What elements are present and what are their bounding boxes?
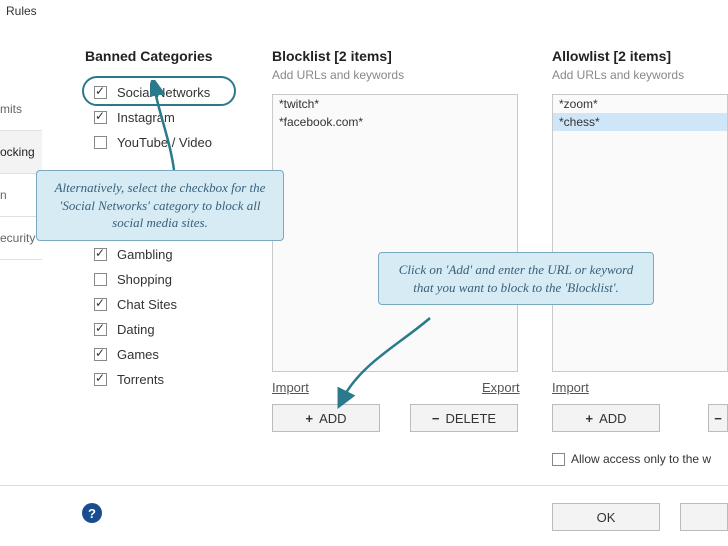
category-youtube[interactable]: YouTube / Video xyxy=(88,130,258,155)
category-shopping[interactable]: Shopping xyxy=(88,267,258,292)
category-label: Gambling xyxy=(117,247,173,262)
sidebar-item-label: n xyxy=(0,188,7,202)
plus-icon: + xyxy=(585,411,593,426)
checkbox-icon[interactable] xyxy=(94,111,107,124)
checkbox-icon[interactable] xyxy=(94,273,107,286)
button-label: ADD xyxy=(599,411,626,426)
list-item[interactable]: *facebook.com* xyxy=(273,113,517,131)
category-torrents[interactable]: Torrents xyxy=(88,367,258,392)
category-label: Torrents xyxy=(117,372,164,387)
checkbox-icon[interactable] xyxy=(94,86,107,99)
footer-separator xyxy=(0,485,728,486)
category-chatsites[interactable]: Chat Sites xyxy=(88,292,258,317)
sidebar-item-label: ocking xyxy=(0,145,35,159)
category-dating[interactable]: Dating xyxy=(88,317,258,342)
checkbox-icon[interactable] xyxy=(94,373,107,386)
blocklist-subheading: Add URLs and keywords xyxy=(272,68,404,82)
blocklist-delete-button[interactable]: − DELETE xyxy=(410,404,518,432)
help-icon[interactable]: ? xyxy=(82,503,102,523)
category-label: Dating xyxy=(117,322,155,337)
checkbox-icon[interactable] xyxy=(552,453,565,466)
sidebar-item-label: mits xyxy=(0,102,22,116)
category-instagram[interactable]: Instagram xyxy=(88,105,258,130)
allowlist-subheading: Add URLs and keywords xyxy=(552,68,684,82)
allowlist-heading: Allowlist [2 items] xyxy=(552,48,671,64)
category-label: YouTube / Video xyxy=(117,135,212,150)
allowlist-add-button[interactable]: + ADD xyxy=(552,404,660,432)
window-title: Rules xyxy=(6,4,37,18)
allow-only-label: Allow access only to the w xyxy=(571,452,711,466)
button-label: DELETE xyxy=(446,411,497,426)
category-gambling[interactable]: Gambling xyxy=(88,242,258,267)
checkbox-icon[interactable] xyxy=(94,248,107,261)
minus-icon: − xyxy=(714,411,722,426)
checkbox-icon[interactable] xyxy=(94,298,107,311)
button-label: ADD xyxy=(319,411,346,426)
category-label: Shopping xyxy=(117,272,172,287)
list-item[interactable]: *zoom* xyxy=(553,95,727,113)
list-item[interactable]: *chess* xyxy=(553,113,727,131)
list-item[interactable]: *twitch* xyxy=(273,95,517,113)
minus-icon: − xyxy=(432,411,440,426)
footer-cutoff-button[interactable] xyxy=(680,503,728,531)
callout-right: Click on 'Add' and enter the URL or keyw… xyxy=(378,252,654,305)
category-label: Instagram xyxy=(117,110,175,125)
allowlist-cutoff-button[interactable]: − xyxy=(708,404,728,432)
sidebar-item-label: ecurity xyxy=(0,231,35,245)
plus-icon: + xyxy=(305,411,313,426)
sidebar-item-blocking[interactable]: ocking xyxy=(0,131,42,174)
button-label: OK xyxy=(597,510,616,525)
category-social-networks[interactable]: Social Networks xyxy=(88,80,258,105)
blocklist-heading: Blocklist [2 items] xyxy=(272,48,392,64)
blocklist-box[interactable]: *twitch* *facebook.com* xyxy=(272,94,518,372)
allowlist-import-link[interactable]: Import xyxy=(552,380,589,395)
checkbox-icon[interactable] xyxy=(94,136,107,149)
sidebar-item-limits[interactable]: mits xyxy=(0,88,42,131)
category-label: Chat Sites xyxy=(117,297,177,312)
blocklist-import-link[interactable]: Import xyxy=(272,380,309,395)
category-label: Social Networks xyxy=(117,85,210,100)
checkbox-icon[interactable] xyxy=(94,348,107,361)
allowlist-box[interactable]: *zoom* *chess* xyxy=(552,94,728,372)
callout-left: Alternatively, select the checkbox for t… xyxy=(36,170,284,241)
category-games[interactable]: Games xyxy=(88,342,258,367)
blocklist-export-link[interactable]: Export xyxy=(482,380,520,395)
checkbox-icon[interactable] xyxy=(94,323,107,336)
allow-only-checkbox-row[interactable]: Allow access only to the w xyxy=(552,452,711,466)
banned-heading: Banned Categories xyxy=(85,48,213,64)
blocklist-add-button[interactable]: + ADD xyxy=(272,404,380,432)
category-label: Games xyxy=(117,347,159,362)
ok-button[interactable]: OK xyxy=(552,503,660,531)
